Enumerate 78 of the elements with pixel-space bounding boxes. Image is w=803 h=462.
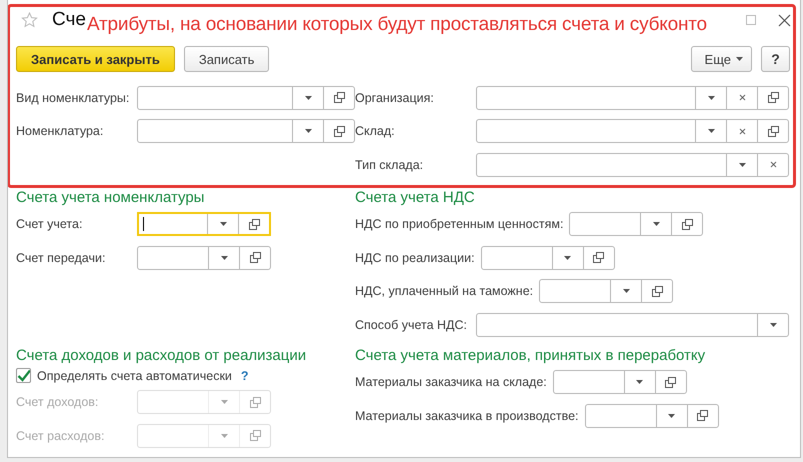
field-label: Вид номенклатуры: — [16, 90, 130, 105]
input-field[interactable] — [552, 370, 687, 394]
input-field[interactable] — [476, 312, 789, 337]
input-field[interactable] — [137, 246, 271, 270]
caret-icon — [736, 57, 743, 61]
field-label: Счет учета: — [16, 217, 84, 232]
windows-icon — [248, 218, 260, 230]
windows-icon — [334, 92, 344, 104]
close-icon — [738, 128, 746, 135]
caret-icon — [652, 222, 660, 226]
caret-icon — [708, 129, 714, 134]
caret-icon — [622, 289, 630, 294]
field-label: Способ учета НДС: — [355, 318, 468, 332]
field-label: НДС по реализации: — [355, 250, 476, 265]
windows-icon — [334, 126, 344, 137]
caret-icon — [220, 256, 228, 260]
windows-icon — [250, 430, 260, 442]
field-label: Номенклатура: — [16, 124, 104, 138]
field-label: Счет доходов: — [16, 395, 100, 410]
input-field[interactable] — [137, 212, 271, 236]
caret-icon — [304, 129, 312, 134]
caret-icon — [220, 400, 228, 404]
caret-icon — [564, 256, 572, 260]
section-heading: Счета учета НДС — [355, 188, 476, 208]
windows-icon — [250, 252, 260, 264]
star-icon[interactable] — [21, 12, 38, 28]
close-icon — [770, 161, 776, 168]
input-field[interactable] — [137, 86, 355, 110]
caret-icon — [738, 162, 746, 167]
caret-icon — [304, 96, 312, 100]
close-icon — [738, 94, 746, 102]
field-label: Счет передачи: — [16, 250, 106, 265]
caret-icon — [668, 414, 675, 418]
input-field[interactable] — [476, 119, 789, 144]
windows-icon — [768, 92, 778, 104]
more-button[interactable]: Еще — [690, 46, 752, 72]
close-icon[interactable] — [778, 14, 791, 26]
windows-icon — [682, 218, 693, 230]
field-label: Организация: — [355, 90, 435, 105]
input-field[interactable] — [569, 212, 704, 236]
help-button[interactable]: ? — [761, 46, 790, 72]
section-heading: Счета учета номенклатуры — [16, 188, 206, 208]
section-heading: Счета учета материалов, принятых в переработку — [355, 346, 706, 366]
caret-icon — [770, 322, 776, 327]
input-field[interactable] — [476, 152, 789, 177]
windows-icon — [652, 286, 663, 297]
input-field[interactable] — [480, 246, 615, 270]
caret-icon — [636, 380, 644, 384]
field-label: Счет расходов: — [16, 428, 106, 443]
save-and-close-button[interactable]: Записать и закрыть — [16, 46, 175, 72]
caret-icon — [220, 222, 226, 226]
field-label: Склад: — [355, 124, 396, 138]
field-label: НДС, уплаченный на таможне: — [355, 284, 534, 298]
windows-icon — [768, 126, 778, 137]
maximize-icon[interactable] — [746, 15, 756, 25]
field-label: Тип склада: — [355, 158, 424, 172]
check-icon — [17, 369, 30, 382]
field-label: НДС по приобретенным ценностям: — [355, 217, 564, 232]
caret-icon — [708, 96, 714, 100]
annotation-text: Атрибуты, на основании которых будут проставляться счета и субконто — [87, 14, 707, 36]
section-heading: Счета доходов и расходов от реализации — [16, 346, 308, 366]
field-label: Материалы заказчика на складе: — [355, 375, 548, 390]
input-field[interactable] — [539, 279, 674, 304]
windows-icon — [665, 376, 676, 388]
input-field[interactable] — [476, 86, 789, 110]
windows-icon — [697, 410, 708, 422]
window-title: Сче — [52, 9, 86, 31]
field-label: Материалы заказчика в производстве: — [355, 408, 580, 423]
help-link[interactable]: ? — [240, 368, 249, 382]
input-field[interactable] — [137, 119, 355, 144]
caret-icon — [220, 434, 228, 438]
checkbox[interactable] — [16, 368, 31, 383]
input-field[interactable] — [584, 404, 718, 428]
save-button[interactable]: Записать — [184, 46, 270, 72]
windows-icon — [250, 396, 260, 408]
checkbox-label[interactable]: Определять счета автоматически — [37, 368, 232, 382]
windows-icon — [593, 252, 604, 264]
text-cursor — [143, 217, 144, 232]
